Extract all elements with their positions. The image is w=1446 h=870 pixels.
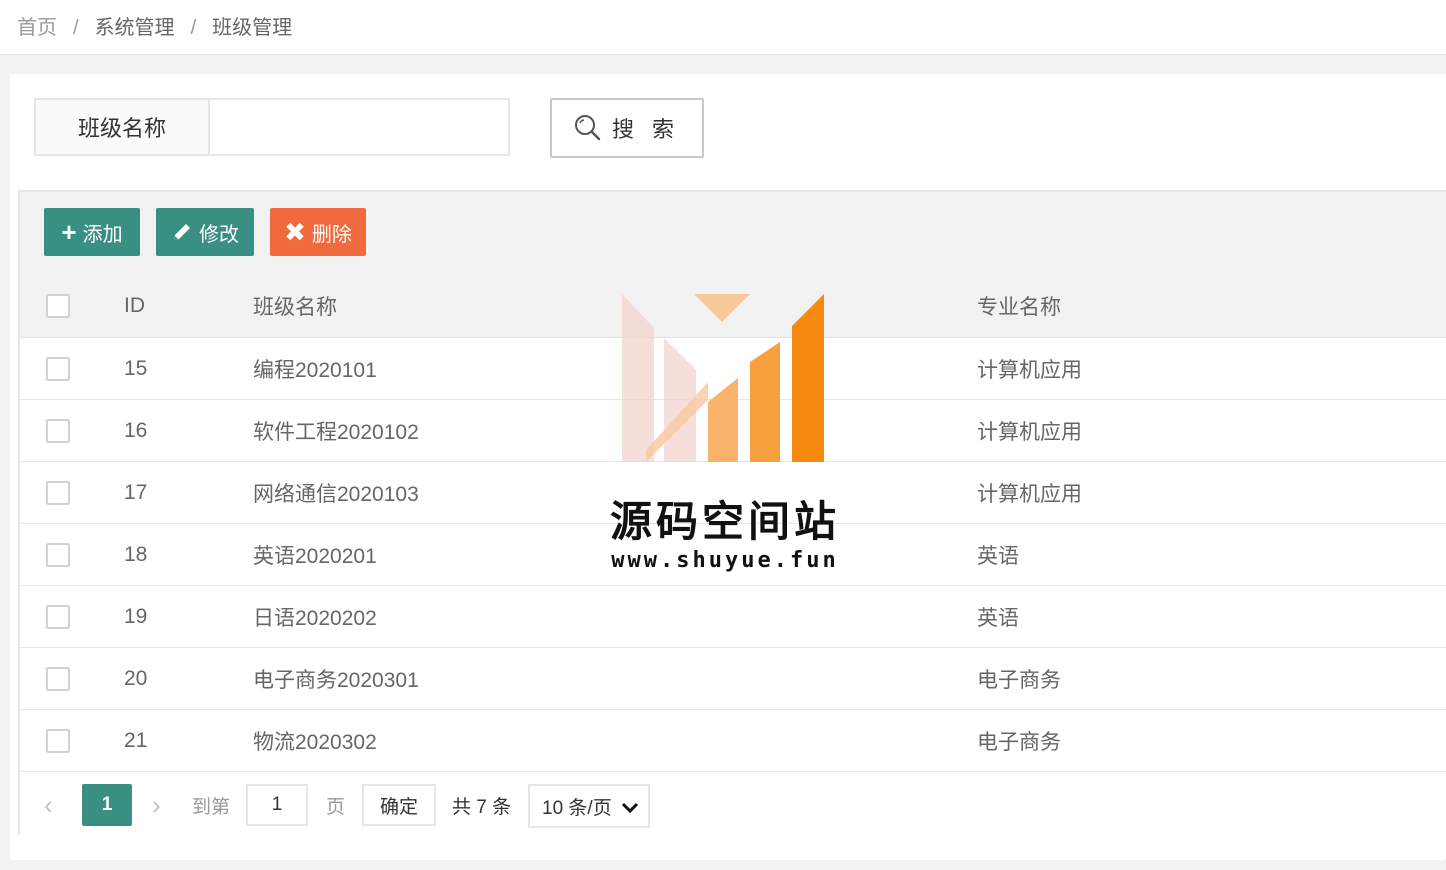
total-count: 共 7 条 [452, 796, 512, 818]
edit-button-label: 修改 [199, 223, 239, 246]
table-header: ID 班级名称 专业名称 [20, 274, 1446, 338]
add-button[interactable]: + 添加 [44, 208, 140, 256]
breadcrumb-separator: / [73, 17, 79, 39]
content-card: 班级名称 搜 索 + 添加 修改 ✖ 删除 ID 班级名称 专业名称 15 编程… [10, 74, 1446, 860]
table-row[interactable]: 19 日语2020202 英语 [20, 586, 1446, 648]
search-button-label: 搜 索 [611, 117, 681, 142]
row-id: 19 [124, 604, 148, 628]
table-row[interactable]: 18 英语2020201 英语 [20, 524, 1446, 586]
next-page-button[interactable]: › [152, 784, 161, 826]
add-button-label: 添加 [82, 223, 123, 246]
goto-page-input[interactable] [246, 784, 308, 826]
goto-label: 到第 [192, 796, 231, 818]
breadcrumb: 首页 / 系统管理 / 班级管理 [17, 15, 292, 41]
row-checkbox[interactable] [46, 418, 70, 443]
row-checkbox[interactable] [46, 666, 70, 691]
row-id: 20 [124, 666, 148, 690]
select-all-checkbox[interactable] [46, 293, 70, 318]
breadcrumb-separator: / [190, 17, 197, 39]
row-name: 日语2020202 [253, 606, 377, 630]
row-name: 编程2020101 [253, 358, 377, 382]
search-button[interactable]: 搜 索 [550, 98, 704, 158]
delete-button-label: 删除 [311, 223, 352, 246]
table-row[interactable]: 20 电子商务2020301 电子商务 [20, 648, 1446, 710]
data-table: + 添加 修改 ✖ 删除 ID 班级名称 专业名称 15 编程2020101 计… [18, 190, 1446, 835]
row-id: 17 [124, 480, 148, 504]
close-icon: ✖ [284, 217, 306, 247]
pagination: ‹ 1 › 到第 页 确定 共 7 条 10 条/页 [20, 774, 1446, 835]
row-name: 软件工程2020102 [253, 420, 419, 444]
goto-confirm-button[interactable]: 确定 [362, 784, 436, 826]
column-header-id[interactable]: ID [124, 274, 145, 337]
table-row[interactable]: 15 编程2020101 计算机应用 [20, 338, 1446, 400]
search-group: 班级名称 [34, 98, 510, 156]
pencil-icon [174, 224, 190, 240]
row-checkbox[interactable] [46, 728, 70, 753]
row-major: 计算机应用 [977, 482, 1082, 506]
search-label: 班级名称 [36, 100, 210, 154]
row-major: 电子商务 [977, 730, 1061, 754]
row-major: 计算机应用 [977, 420, 1082, 444]
search-icon [574, 115, 601, 141]
row-name: 物流2020302 [253, 730, 377, 754]
breadcrumb-home[interactable]: 首页 [17, 17, 57, 39]
edit-button[interactable]: 修改 [156, 208, 254, 256]
breadcrumb-current: 班级管理 [212, 17, 293, 39]
class-name-input[interactable] [210, 100, 508, 154]
row-major: 英语 [977, 606, 1019, 630]
row-major: 计算机应用 [977, 358, 1082, 382]
row-name: 英语2020201 [253, 544, 377, 568]
page-size-select[interactable]: 10 条/页 [528, 784, 650, 828]
row-checkbox[interactable] [46, 356, 70, 381]
current-page[interactable]: 1 [82, 784, 132, 826]
row-checkbox[interactable] [46, 480, 70, 505]
row-name: 网络通信2020103 [253, 482, 419, 506]
delete-button[interactable]: ✖ 删除 [270, 208, 366, 256]
table-row[interactable]: 17 网络通信2020103 计算机应用 [20, 462, 1446, 524]
row-checkbox[interactable] [46, 604, 70, 629]
page-size-value: 10 条/页 [542, 797, 612, 819]
row-major: 电子商务 [977, 668, 1061, 692]
breadcrumb-system[interactable]: 系统管理 [95, 17, 175, 39]
row-id: 18 [124, 542, 148, 566]
row-name: 电子商务2020301 [253, 668, 419, 692]
chevron-down-icon [621, 802, 639, 814]
row-id: 21 [124, 728, 148, 752]
table-row[interactable]: 16 软件工程2020102 计算机应用 [20, 400, 1446, 462]
row-checkbox[interactable] [46, 542, 70, 567]
row-id: 16 [124, 418, 148, 442]
page-label: 页 [326, 796, 346, 818]
row-major: 英语 [977, 544, 1019, 568]
plus-icon: + [61, 217, 77, 247]
top-bar: 首页 / 系统管理 / 班级管理 [0, 0, 1446, 55]
row-id: 15 [124, 356, 148, 380]
prev-page-button[interactable]: ‹ [44, 784, 53, 826]
table-toolbar: + 添加 修改 ✖ 删除 [20, 192, 1446, 275]
column-header-name[interactable]: 班级名称 [253, 274, 337, 337]
column-header-major[interactable]: 专业名称 [977, 274, 1061, 337]
table-row[interactable]: 21 物流2020302 电子商务 [20, 710, 1446, 772]
